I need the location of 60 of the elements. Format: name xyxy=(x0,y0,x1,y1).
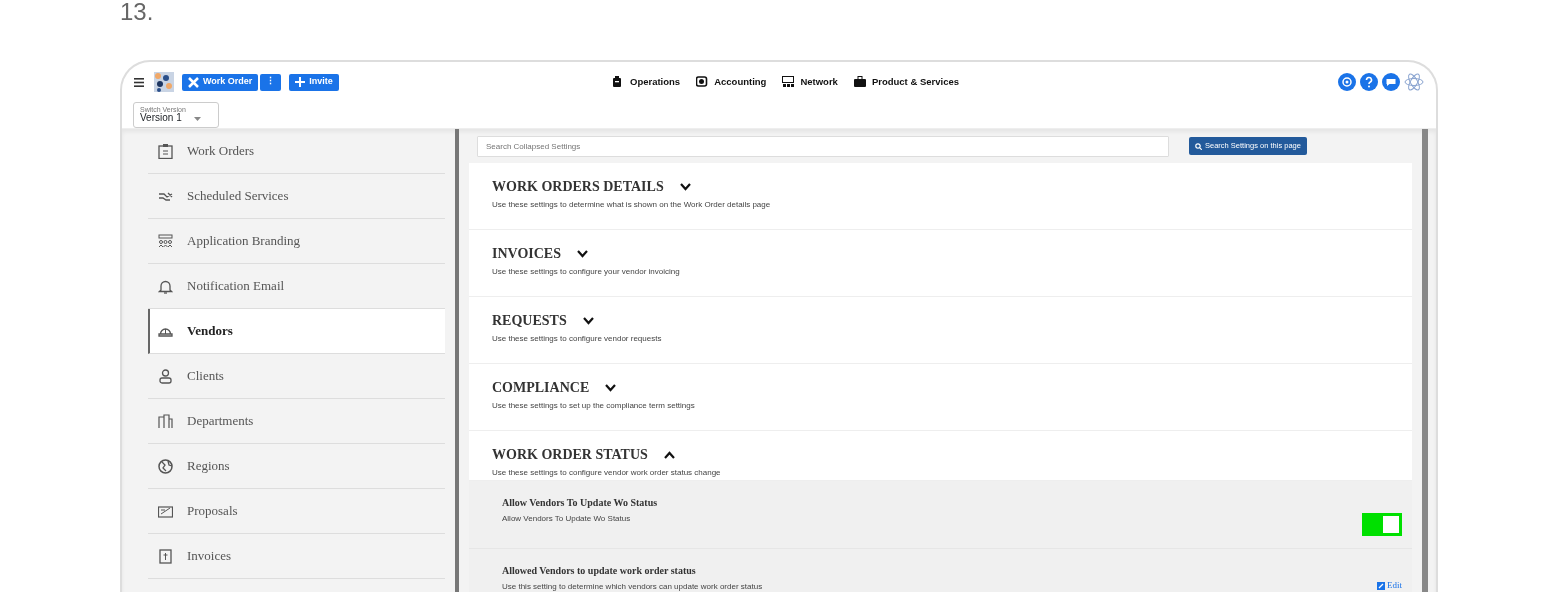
sidebar-item[interactable]: Clients xyxy=(148,354,445,399)
sidebar-item[interactable]: Proposals xyxy=(148,489,445,534)
briefcase-icon xyxy=(853,76,866,88)
section-title: WORK ORDER STATUS xyxy=(492,446,648,464)
section-title: REQUESTS xyxy=(492,312,567,330)
chevron-down-icon[interactable] xyxy=(576,249,588,258)
more-button[interactable]: ⋮ xyxy=(260,73,282,91)
plus-icon xyxy=(295,77,306,87)
setting-title: Allowed Vendors to update work order status xyxy=(502,564,697,578)
chat-icon[interactable] xyxy=(1382,73,1400,91)
chevron-down-icon[interactable] xyxy=(605,383,617,392)
sidebar-item[interactable]: Invoices xyxy=(148,534,445,579)
clipboard-icon xyxy=(158,143,173,159)
section-title: COMPLIANCE xyxy=(492,379,590,397)
section-description: Use these settings to determine what is shown on the Work Order details page xyxy=(492,199,772,211)
work-order-button[interactable]: Work Order xyxy=(182,73,259,91)
search-icon xyxy=(1195,142,1202,150)
building-icon xyxy=(158,413,173,429)
nav-link[interactable]: Product & Services xyxy=(853,74,959,90)
document-icon xyxy=(158,503,173,519)
nav-link[interactable]: Accounting xyxy=(696,74,767,90)
sidebar-item[interactable]: Vendors xyxy=(148,309,445,354)
caret-icon xyxy=(193,116,201,121)
step-number: 13. xyxy=(120,0,155,27)
section-description: Use these settings to configure your vendor invoicing xyxy=(492,266,681,278)
sidebar-item[interactable]: Work Orders xyxy=(148,129,445,174)
clipboard-icon xyxy=(612,76,624,88)
chevron-up-icon[interactable] xyxy=(663,450,675,459)
chevron-down-icon[interactable] xyxy=(582,316,594,325)
settings-icon[interactable] xyxy=(1338,73,1356,91)
nav-link[interactable]: Network xyxy=(782,74,838,90)
setting-description: Allow Vendors To Update Wo Status xyxy=(502,513,632,525)
section-title: WORK ORDERS DETAILS xyxy=(492,178,664,196)
help-icon[interactable] xyxy=(1360,73,1378,91)
sidebar-item[interactable]: Scheduled Services xyxy=(148,174,445,219)
section-description: Use these settings to configure vendor work order status change xyxy=(492,467,722,479)
people-icon xyxy=(158,233,173,249)
invite-button[interactable]: Invite xyxy=(289,73,339,91)
sidebar-item[interactable]: Regions xyxy=(148,444,445,489)
edit-link[interactable]: Edit xyxy=(1377,579,1402,592)
person-icon xyxy=(158,368,173,384)
logo-icon xyxy=(154,72,174,92)
setting-description: Use this setting to determine which vendors can update work order status xyxy=(502,581,763,592)
search-field[interactable]: Search Collapsed Settings xyxy=(477,135,1169,157)
section-description: Use these settings to configure vendor requests xyxy=(492,333,663,345)
select-value: Version 1 xyxy=(140,113,182,124)
setting-title: Allow Vendors To Update Wo Status xyxy=(502,496,658,510)
edit-icon xyxy=(1377,581,1385,590)
sidebar-item[interactable]: Departments xyxy=(148,399,445,444)
menu-icon[interactable] xyxy=(134,77,144,87)
bell-icon xyxy=(158,278,173,294)
globe-icon xyxy=(158,458,173,474)
toggle-switch[interactable] xyxy=(1362,513,1402,536)
section-title: INVOICES xyxy=(492,245,561,263)
atom-icon xyxy=(1404,72,1424,92)
section-description: Use these settings to set up the compliance term settings xyxy=(492,400,696,412)
presentation-icon xyxy=(782,76,795,88)
nav-link[interactable]: Operations xyxy=(612,74,681,90)
chevron-down-icon[interactable] xyxy=(679,182,691,191)
sidebar-item[interactable]: Application Branding xyxy=(148,219,445,264)
